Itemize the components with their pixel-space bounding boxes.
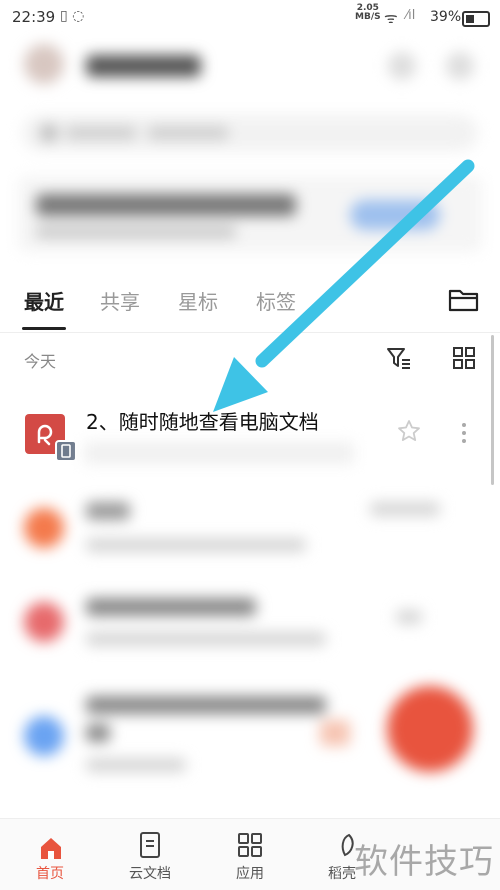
list-item-time-blurred — [396, 610, 422, 624]
list-item-title-blurred — [86, 696, 326, 714]
battery-icon — [462, 11, 490, 27]
avatar[interactable] — [24, 44, 64, 84]
net-speed: 2.05 MB/S — [355, 3, 381, 22]
nav-apps[interactable]: 应用 — [200, 819, 300, 890]
watermark-text: 软件技巧 — [354, 842, 494, 882]
list-item-meta-blurred — [86, 538, 306, 552]
divider — [0, 332, 500, 333]
nav-home[interactable]: 首页 — [0, 819, 100, 890]
nav-home-label: 首页 — [36, 866, 64, 882]
list-item-title-blurred — [86, 598, 256, 616]
banner-subtitle — [36, 226, 236, 238]
nav-cloud-docs[interactable]: 云文档 — [100, 819, 200, 890]
cloud-doc-icon — [140, 832, 160, 858]
file-title: 2、随时随地查看电脑文档 — [86, 410, 319, 434]
wifi-icon: ᯤ — [384, 9, 398, 27]
user-name-placeholder — [86, 55, 201, 77]
new-document-fab[interactable] — [387, 686, 473, 772]
list-item-tag-blurred — [320, 720, 350, 746]
nav-cloud-docs-label: 云文档 — [129, 866, 171, 882]
scrollbar[interactable] — [491, 335, 494, 485]
signal-icon: ⁄ıl — [406, 8, 416, 23]
battery-fill — [466, 15, 474, 23]
file-icon-blurred — [24, 602, 64, 642]
file-icon-blurred — [24, 508, 64, 548]
apps-icon — [238, 833, 262, 857]
tab-recent[interactable]: 最近 — [24, 286, 64, 315]
status-time: 22:39 — [12, 8, 56, 26]
tab-shared[interactable]: 共享 — [100, 286, 140, 315]
list-item-title-blurred — [86, 502, 130, 520]
vibrate-qq-icons: ▯ ◌ — [60, 8, 85, 24]
list-item-meta-blurred — [86, 632, 326, 646]
section-today: 今天 — [24, 352, 57, 371]
search-icon — [40, 124, 58, 142]
more-icon[interactable] — [456, 420, 472, 446]
device-badge-icon — [55, 440, 77, 462]
tab-underline — [22, 327, 66, 330]
banner-button[interactable] — [350, 200, 440, 230]
list-item-title-blurred-2 — [86, 724, 110, 742]
banner-title — [36, 194, 296, 216]
folder-icon[interactable] — [448, 286, 480, 314]
grid-view-icon[interactable] — [452, 346, 476, 370]
filter-icon[interactable] — [386, 346, 412, 372]
search-placeholder — [66, 126, 136, 140]
tab-starred[interactable]: 星标 — [178, 286, 218, 315]
nav-apps-label: 应用 — [236, 866, 264, 882]
header-action-icon-2[interactable] — [446, 52, 474, 80]
home-icon — [41, 838, 61, 859]
tab-tags[interactable]: 标签 — [256, 286, 296, 315]
star-icon[interactable] — [396, 418, 422, 444]
search-placeholder-2 — [148, 126, 228, 140]
file-icon-blurred — [24, 716, 64, 756]
header-action-icon[interactable] — [388, 52, 416, 80]
list-item-time-blurred — [370, 502, 440, 516]
file-meta — [84, 442, 354, 464]
list-item-meta-blurred — [86, 758, 186, 772]
status-bar: 22:39 ▯ ◌ 2.05 MB/S ᯤ ⁄ıl 39% — [0, 0, 500, 36]
battery-percent: 39% — [430, 9, 462, 25]
